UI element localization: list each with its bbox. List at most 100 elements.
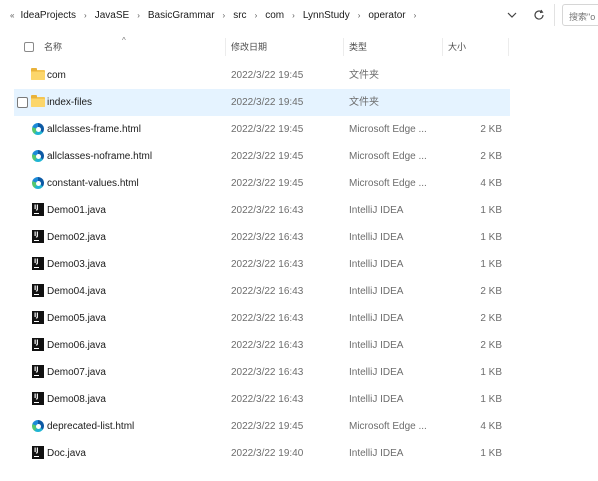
crumb-lynnstudy[interactable]: LynnStudy: [299, 10, 354, 21]
file-name: Doc.java: [47, 448, 86, 459]
file-name: constant-values.html: [47, 178, 139, 189]
intellij-icon: IJ: [31, 392, 45, 406]
column-name[interactable]: 名称: [44, 36, 62, 58]
file-name: Demo06.java: [47, 340, 106, 351]
crumb-src[interactable]: src: [229, 10, 250, 21]
column-type[interactable]: 类型: [349, 36, 367, 58]
search-input[interactable]: 搜索"o: [562, 4, 598, 26]
column-divider[interactable]: [508, 38, 509, 56]
file-date: 2022/3/22 19:45: [231, 70, 304, 81]
divider: [554, 4, 555, 26]
file-row[interactable]: IJ Doc.java 2022/3/22 19:40 IntelliJ IDE…: [14, 440, 510, 467]
column-date[interactable]: 修改日期: [231, 36, 267, 58]
folder-icon: [31, 68, 45, 82]
file-type: IntelliJ IDEA: [349, 286, 404, 297]
file-name: Demo01.java: [47, 205, 106, 216]
chevron-right-icon[interactable]: ›: [251, 11, 262, 20]
chevron-right-icon[interactable]: ›: [80, 11, 91, 20]
file-date: 2022/3/22 19:45: [231, 178, 304, 189]
chevron-right-icon[interactable]: ›: [219, 11, 230, 20]
column-divider[interactable]: [343, 38, 344, 56]
crumb-ideaprojects[interactable]: IdeaProjects: [16, 10, 80, 21]
refresh-icon: [534, 9, 544, 20]
file-row[interactable]: IJ Demo08.java 2022/3/22 16:43 IntelliJ …: [14, 386, 510, 413]
file-name: Demo04.java: [47, 286, 106, 297]
chevron-down-icon: [507, 12, 517, 18]
file-name: Demo08.java: [47, 394, 106, 405]
crumb-javase[interactable]: JavaSE: [91, 10, 133, 21]
file-name: Demo03.java: [47, 259, 106, 270]
edge-icon: [31, 419, 45, 433]
file-name: com: [47, 70, 66, 81]
file-row[interactable]: IJ Demo06.java 2022/3/22 16:43 IntelliJ …: [14, 332, 510, 359]
column-divider[interactable]: [225, 38, 226, 56]
file-row[interactable]: IJ Demo05.java 2022/3/22 16:43 IntelliJ …: [14, 305, 510, 332]
intellij-icon: IJ: [31, 203, 45, 217]
address-history-button[interactable]: [502, 4, 522, 26]
edge-icon: [31, 176, 45, 190]
file-date: 2022/3/22 19:45: [231, 97, 304, 108]
intellij-icon: IJ: [31, 257, 45, 271]
file-row[interactable]: allclasses-frame.html 2022/3/22 19:45 Mi…: [14, 116, 510, 143]
chevron-right-icon[interactable]: ›: [288, 11, 299, 20]
intellij-icon: IJ: [31, 365, 45, 379]
crumb-operator[interactable]: operator: [364, 10, 409, 21]
file-name: Demo05.java: [47, 313, 106, 324]
chevron-right-icon[interactable]: ›: [354, 11, 365, 20]
intellij-icon: IJ: [31, 446, 45, 460]
file-row[interactable]: deprecated-list.html 2022/3/22 19:45 Mic…: [14, 413, 510, 440]
file-size: 4 KB: [480, 421, 502, 432]
folder-icon: [31, 95, 45, 109]
file-date: 2022/3/22 16:43: [231, 367, 304, 378]
column-divider[interactable]: [442, 38, 443, 56]
file-date: 2022/3/22 16:43: [231, 259, 304, 270]
file-type: Microsoft Edge ...: [349, 178, 427, 189]
file-type: IntelliJ IDEA: [349, 367, 404, 378]
file-size: 1 KB: [480, 367, 502, 378]
file-row[interactable]: IJ Demo01.java 2022/3/22 16:43 IntelliJ …: [14, 197, 510, 224]
row-checkbox[interactable]: [17, 97, 28, 108]
file-name: Demo02.java: [47, 232, 106, 243]
file-size: 1 KB: [480, 448, 502, 459]
file-date: 2022/3/22 19:45: [231, 421, 304, 432]
file-date: 2022/3/22 16:43: [231, 340, 304, 351]
crumb-com[interactable]: com: [261, 10, 288, 21]
search-placeholder: 搜索"o: [569, 12, 596, 22]
file-row[interactable]: allclasses-noframe.html 2022/3/22 19:45 …: [14, 143, 510, 170]
file-row[interactable]: IJ Demo07.java 2022/3/22 16:43 IntelliJ …: [14, 359, 510, 386]
overflow-crumbs-icon[interactable]: «: [4, 11, 16, 20]
file-row[interactable]: com 2022/3/22 19:45 文件夹: [14, 62, 510, 89]
file-size: 1 KB: [480, 232, 502, 243]
select-all-checkbox[interactable]: [24, 42, 34, 52]
file-type: 文件夹: [349, 70, 379, 81]
intellij-icon: IJ: [31, 311, 45, 325]
file-row[interactable]: IJ Demo03.java 2022/3/22 16:43 IntelliJ …: [14, 251, 510, 278]
file-list: com 2022/3/22 19:45 文件夹 index-files 2022…: [14, 62, 510, 467]
file-date: 2022/3/22 16:43: [231, 232, 304, 243]
chevron-right-icon[interactable]: ›: [410, 11, 421, 20]
edge-icon: [31, 122, 45, 136]
file-type: Microsoft Edge ...: [349, 124, 427, 135]
file-date: 2022/3/22 19:45: [231, 151, 304, 162]
file-date: 2022/3/22 16:43: [231, 286, 304, 297]
file-type: IntelliJ IDEA: [349, 232, 404, 243]
file-row[interactable]: IJ Demo02.java 2022/3/22 16:43 IntelliJ …: [14, 224, 510, 251]
file-name: Demo07.java: [47, 367, 106, 378]
breadcrumb: « IdeaProjects › JavaSE › BasicGrammar ›…: [4, 4, 524, 26]
file-size: 2 KB: [480, 124, 502, 135]
file-row[interactable]: index-files 2022/3/22 19:45 文件夹: [14, 89, 510, 116]
file-size: [450, 89, 502, 116]
column-size[interactable]: 大小: [448, 36, 466, 58]
chevron-right-icon[interactable]: ›: [133, 11, 144, 20]
file-type: Microsoft Edge ...: [349, 151, 427, 162]
file-type: Microsoft Edge ...: [349, 421, 427, 432]
file-date: 2022/3/22 16:43: [231, 313, 304, 324]
crumb-basicgrammar[interactable]: BasicGrammar: [144, 10, 219, 21]
refresh-button[interactable]: [528, 4, 550, 26]
file-name: allclasses-frame.html: [47, 124, 141, 135]
file-name: allclasses-noframe.html: [47, 151, 153, 162]
intellij-icon: IJ: [31, 230, 45, 244]
address-bar: « IdeaProjects › JavaSE › BasicGrammar ›…: [0, 0, 598, 32]
file-row[interactable]: constant-values.html 2022/3/22 19:45 Mic…: [14, 170, 510, 197]
file-row[interactable]: IJ Demo04.java 2022/3/22 16:43 IntelliJ …: [14, 278, 510, 305]
